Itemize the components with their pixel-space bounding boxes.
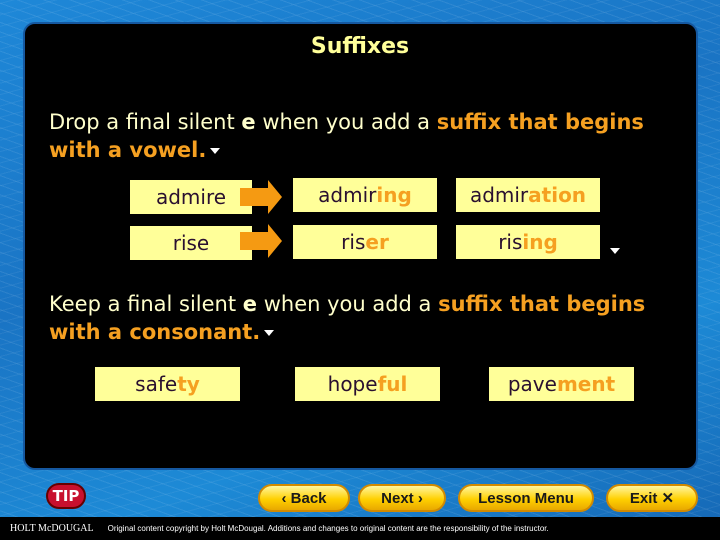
next-button[interactable]: Next › [358, 484, 446, 512]
rule-consonant: Keep a final silent e when you add a suf… [49, 290, 649, 346]
word-box: ris ing [456, 225, 600, 259]
stem: ris [341, 230, 366, 254]
suffix: ty [177, 372, 200, 396]
base-word: admire [155, 185, 227, 209]
arrow-icon [240, 180, 282, 214]
dropdown-arrow-icon[interactable] [264, 330, 275, 336]
stem: pave [507, 372, 557, 396]
publisher-logo: HOLT McDOUGAL [10, 523, 94, 534]
word-box: pave ment [489, 367, 634, 401]
stem: admir [318, 183, 377, 207]
word-box: safe ty [95, 367, 240, 401]
rule-letter: e [242, 292, 258, 316]
rule-text: Drop a final silent [49, 110, 242, 134]
stem: hope [327, 372, 378, 396]
rule-letter: e [241, 110, 256, 134]
suffix: ful [377, 372, 408, 396]
stem: ris [498, 230, 523, 254]
rule-vowel: Drop a final silent e when you add a suf… [49, 108, 649, 164]
base-word: rise [172, 231, 210, 255]
back-button[interactable]: ‹ Back [258, 484, 350, 512]
word-box: hope ful [295, 367, 440, 401]
word-box: admir ing [293, 178, 437, 212]
suffix: ation [528, 183, 587, 207]
footer: HOLT McDOUGAL Original content copyright… [0, 517, 720, 540]
page-title: Suffixes [310, 34, 410, 59]
base-word-box: admire [130, 180, 252, 214]
rule-text: when you add a [257, 292, 439, 316]
suffix: ing [376, 183, 412, 207]
word-box: admir ation [456, 178, 600, 212]
suffix: ment [556, 372, 616, 396]
tip-button[interactable]: TIP [46, 483, 86, 509]
suffix: ing [522, 230, 558, 254]
rule-text: when you add a [255, 110, 437, 134]
arrow-icon [240, 224, 282, 258]
stem: admir [469, 183, 529, 207]
dropdown-arrow-icon[interactable] [610, 248, 620, 254]
rule-text: Keep a final silent [49, 292, 243, 316]
lesson-menu-button[interactable]: Lesson Menu [458, 484, 594, 512]
word-box: ris er [293, 225, 437, 259]
base-word-box: rise [130, 226, 252, 260]
suffix: er [365, 230, 389, 254]
dropdown-arrow-icon[interactable] [210, 148, 221, 154]
exit-button[interactable]: Exit ✕ [606, 484, 698, 512]
copyright-text: Original content copyright by Holt McDou… [107, 524, 549, 533]
stem: safe [135, 372, 178, 396]
